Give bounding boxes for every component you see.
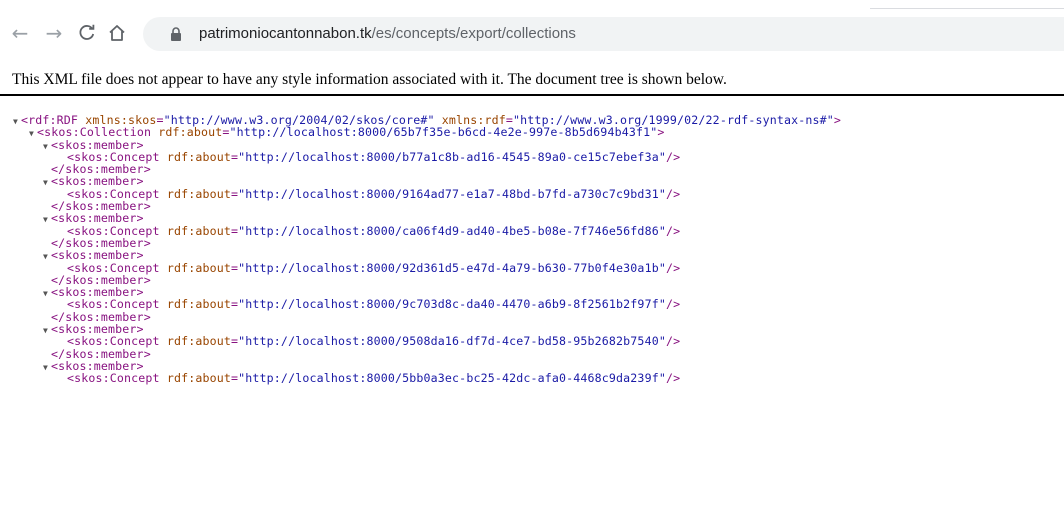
back-arrow-icon[interactable]: ← [8, 21, 32, 45]
xml-attr-value: "http://localhost:8000/b77a1c8b-ad16-454… [238, 149, 666, 164]
xml-attr-name: rdf:about [166, 334, 232, 349]
xml-concept-line: <skos:Concept rdf:about="http://localhos… [67, 260, 681, 275]
xml-tag: <skos:Concept [67, 371, 160, 386]
reload-icon[interactable] [75, 21, 99, 45]
xml-member-close-line: </skos:member> [0, 274, 1064, 286]
xml-concept-line: <skos:Concept rdf:about="http://localhos… [67, 371, 681, 386]
collapse-triangle-icon[interactable]: ▼ [43, 251, 51, 263]
xml-attr-name: rdf:about [166, 223, 232, 238]
notice-divider [0, 94, 1064, 96]
xml-attr-value: "http://localhost:8000/9508da16-df7d-4ce… [238, 334, 666, 349]
xml-member-close-line: </skos:member> [0, 237, 1064, 249]
collapse-triangle-icon[interactable]: ▼ [43, 362, 51, 374]
xml-concept-line: <skos:Concept rdf:about="http://localhos… [67, 186, 681, 201]
address-bar[interactable]: patrimoniocantonnabon.tk/es/concepts/exp… [143, 17, 1064, 51]
xml-concept-line: <skos:Concept rdf:about="http://localhos… [67, 334, 681, 349]
xml-attr-name: rdf:about [166, 297, 232, 312]
tab-strip-divider [870, 8, 1064, 9]
xml-tree: ▼ <rdf:RDF xmlns:skos="http://www.w3.org/… [0, 114, 1064, 385]
collapse-triangle-icon[interactable]: ▼ [29, 128, 37, 140]
browser-toolbar: ← → patrimoniocantonnabon.tk/es/concepts… [0, 0, 1064, 62]
lock-icon[interactable] [169, 27, 183, 41]
xml-member-close-line: </skos:member> [0, 163, 1064, 175]
xml-collection-line: ▼ <skos:Collection rdf:about="http://loca… [29, 125, 665, 140]
xml-tag: > [833, 113, 842, 127]
xml-attr-name: rdf:about [166, 186, 232, 201]
xml-attr-value: "http://localhost:8000/92d361d5-e47d-4a7… [238, 260, 666, 275]
xml-attr-name: rdf:about [158, 125, 223, 140]
xml-member-close-line: </skos:member> [0, 347, 1064, 360]
xml-attr-name: rdf:about [166, 149, 232, 164]
collapse-triangle-icon[interactable]: ▼ [43, 214, 51, 226]
url-path: /es/concepts/export/collections [371, 25, 576, 42]
xml-concept-line: <skos:Concept rdf:about="http://localhos… [67, 297, 681, 312]
xml-attr-value: "http://localhost:8000/5bb0a3ec-bc25-42d… [238, 371, 666, 386]
xml-attr-value: "http://localhost:8000/65b7f35e-b6cd-4e2… [229, 125, 658, 140]
collapse-triangle-icon[interactable]: ▼ [43, 177, 51, 189]
xml-attr-name: rdf:about [166, 260, 232, 275]
collapse-triangle-icon[interactable]: ▼ [43, 141, 51, 153]
url-host: patrimoniocantonnabon.tk [199, 25, 372, 42]
xml-attr-value: "http://localhost:8000/9164ad77-e1a7-48b… [238, 186, 666, 201]
xml-attr-name: rdf:about [166, 371, 232, 386]
collapse-triangle-icon[interactable]: ▼ [43, 288, 51, 300]
xml-tag: > [657, 125, 665, 140]
collapse-triangle-icon[interactable]: ▼ [13, 116, 21, 128]
xml-attr-value: "http://localhost:8000/9c703d8c-da40-447… [238, 297, 666, 312]
collapse-triangle-icon[interactable]: ▼ [43, 325, 51, 337]
xml-concept-line: <skos:Concept rdf:about="http://localhos… [67, 149, 681, 164]
xml-member-close-line: </skos:member> [0, 311, 1064, 323]
xml-member-close-line: </skos:member> [0, 200, 1064, 212]
url-text[interactable]: patrimoniocantonnabon.tk/es/concepts/exp… [199, 24, 576, 44]
xml-style-notice: This XML file does not appear to have an… [12, 71, 727, 88]
xml-concept-line: <skos:Concept rdf:about="http://localhos… [67, 223, 681, 238]
forward-arrow-icon[interactable]: → [42, 21, 66, 45]
xml-attr-value: "http://localhost:8000/ca06f4d9-ad40-4be… [238, 223, 666, 238]
home-icon[interactable] [105, 21, 129, 45]
